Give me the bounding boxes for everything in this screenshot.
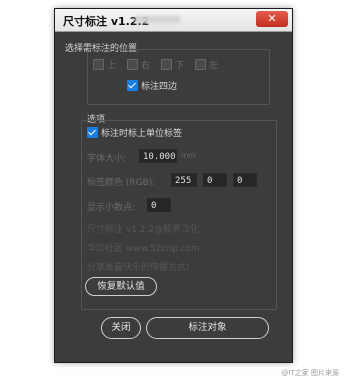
credit-line-1: 尺寸标注 v1.2.2@软界汉化 xyxy=(87,225,200,235)
color-r-input[interactable]: 255 xyxy=(171,173,197,187)
font-size-input[interactable]: 10.000 xyxy=(139,149,177,163)
color-g-input[interactable]: 0 xyxy=(203,173,227,187)
dialog-window: 尺寸标注 v1.2.2 ✕ 选择需标注的位置 上 右 下 左 标注四边 选项 标… xyxy=(54,8,293,363)
side-bottom-checkbox[interactable] xyxy=(161,59,172,70)
color-b-input[interactable]: 0 xyxy=(233,173,257,187)
credit-line-2: 华印社区 www.52cnp.com xyxy=(87,244,200,254)
side-left-label: 左 xyxy=(209,61,219,71)
unit-label-text: 标注时标上单位标签 xyxy=(101,129,183,139)
decimal-label: 显示小数点: xyxy=(87,203,136,213)
decimal-input[interactable]: 0 xyxy=(147,198,171,212)
side-right-label: 右 xyxy=(141,61,151,71)
side-top-label: 上 xyxy=(107,61,117,71)
credit-line-3: 分享是最快乐的传播方式! xyxy=(87,263,190,273)
close-button[interactable]: 关闭 xyxy=(101,317,141,339)
font-size-label: 字体大小: xyxy=(87,154,127,164)
side-bottom-label: 下 xyxy=(175,61,185,71)
side-top-checkbox[interactable] xyxy=(93,59,104,70)
all-sides-checkbox[interactable] xyxy=(127,80,138,91)
apply-annotation-button[interactable]: 标注对象 xyxy=(146,317,269,339)
side-right-checkbox[interactable] xyxy=(127,59,138,70)
reset-defaults-button[interactable]: 恢复默认值 xyxy=(85,277,157,296)
font-size-unit: mm xyxy=(181,151,196,160)
color-label: 标签颜色 (RGB): xyxy=(87,178,156,188)
title-blur xyxy=(135,16,180,23)
watermark: @IT之家 图片来源 xyxy=(281,369,339,377)
side-left-checkbox[interactable] xyxy=(195,59,206,70)
window-close-button[interactable]: ✕ xyxy=(256,11,288,27)
title-bar[interactable]: 尺寸标注 v1.2.2 ✕ xyxy=(55,9,292,32)
unit-label-checkbox[interactable] xyxy=(87,127,98,138)
all-sides-label: 标注四边 xyxy=(141,82,178,92)
